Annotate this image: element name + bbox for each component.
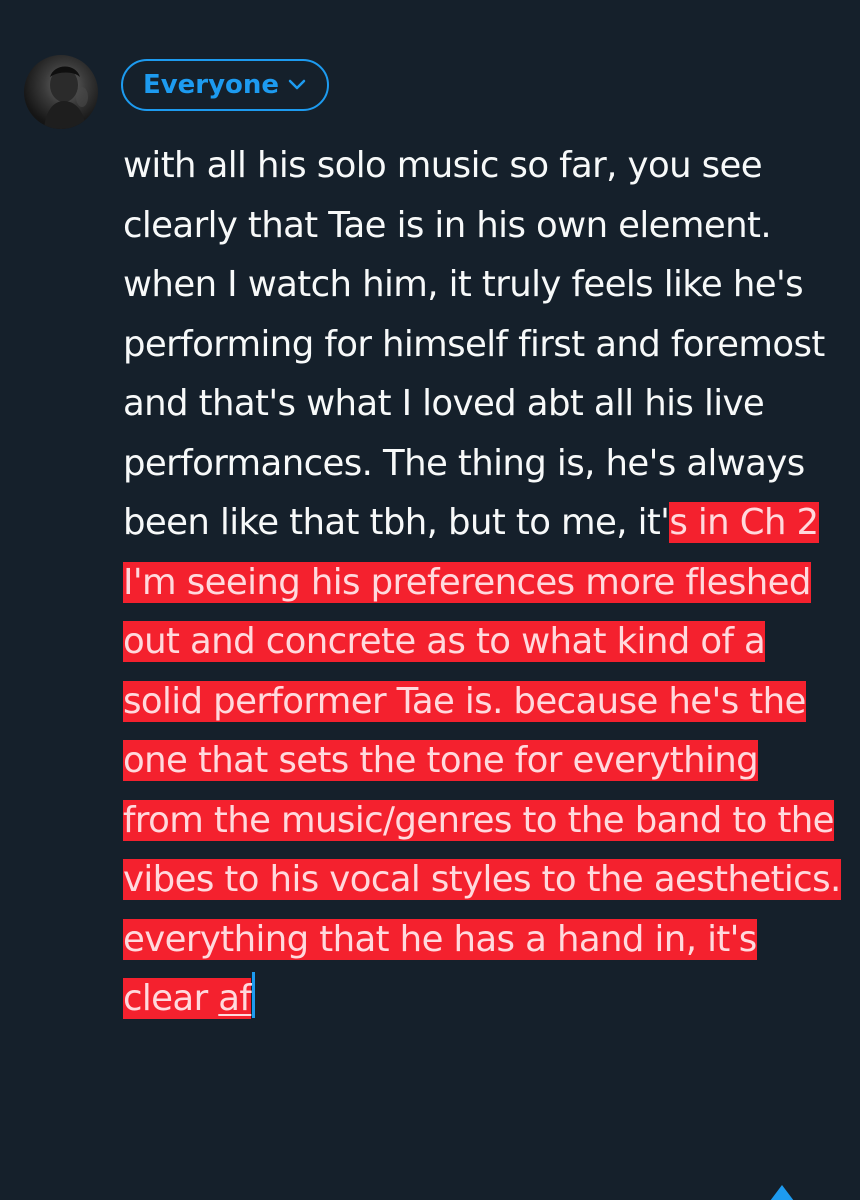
composer-text-selected-main: s in Ch 2 I'm seeing his preferences mor…: [123, 502, 841, 1019]
avatar[interactable]: [24, 55, 98, 129]
post-composer-textarea[interactable]: with all his solo music so far, you see …: [123, 136, 843, 1029]
audience-label: Everyone: [142, 70, 280, 100]
composer-text-plain: with all his solo music so far, you see …: [123, 145, 825, 543]
text-cursor: [252, 972, 256, 1018]
chevron-down-icon: [287, 78, 307, 92]
composer-text-underlined-word: af: [218, 978, 252, 1019]
selection-handle-icon[interactable]: [770, 1185, 794, 1200]
avatar-image: [44, 66, 88, 129]
composer-text-selected: s in Ch 2 I'm seeing his preferences mor…: [123, 502, 841, 1019]
audience-selector-button[interactable]: Everyone: [121, 59, 329, 111]
